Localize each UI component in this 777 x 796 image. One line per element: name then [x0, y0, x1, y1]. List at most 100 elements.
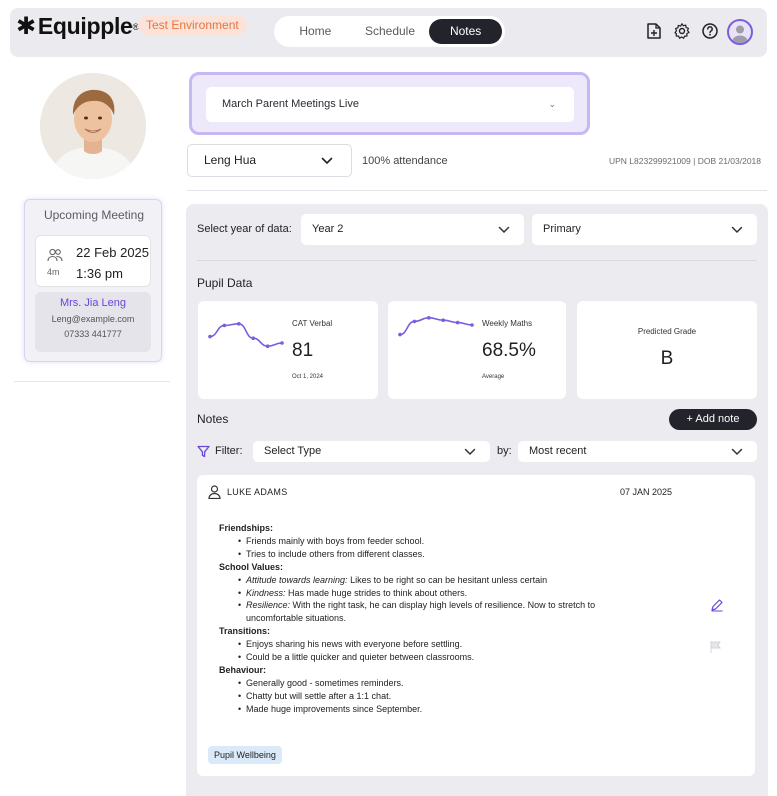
user-silhouette-icon [732, 25, 748, 43]
meeting-select-value: March Parent Meetings Live [222, 98, 359, 110]
filters-divider [197, 260, 757, 261]
sparkline-point [427, 316, 431, 320]
meeting-duration: 4m [47, 267, 60, 277]
note-type-value: Select Type [264, 445, 322, 457]
meeting-contact: Mrs. Jia Leng Leng@example.com 07333 441… [35, 292, 151, 352]
contact-name: Mrs. Jia Leng [59, 297, 127, 309]
sparkline-point [208, 334, 212, 339]
add-note-button[interactable]: + Add note [669, 409, 757, 430]
note-bullet-emphasis: Kindness: [246, 587, 286, 598]
help-icon[interactable] [701, 22, 719, 40]
meeting-select[interactable]: March Parent Meetings Live ⌄ [206, 87, 574, 122]
main-panel: Select year of data: Year 2 Primary Pupi… [186, 204, 768, 796]
note-bullet: Friends mainly with boys from feeder sch… [219, 535, 649, 548]
phase-select[interactable]: Primary [532, 214, 757, 245]
cat-verbal-sparkline [208, 322, 284, 348]
phase-select-value: Primary [543, 223, 581, 235]
tab-notes[interactable]: Notes [429, 19, 502, 44]
sparkline-point [280, 341, 284, 345]
chevron-down-icon: ⌄ [548, 99, 556, 109]
note-bullet-emphasis: Attitude towards learning: [246, 574, 348, 585]
sparkline-point [412, 319, 417, 324]
note-bullet-list: Attitude towards learning: Likes to be r… [219, 574, 649, 626]
sort-by-label: by: [497, 445, 512, 457]
sparkline-point [398, 332, 402, 337]
stat-label: CAT Verbal [292, 319, 333, 328]
meeting-datetime: 4m 22 Feb 2025 1:36 pm [35, 235, 151, 287]
year-select-value: Year 2 [312, 223, 344, 235]
contact-phone: 07333 441777 [64, 329, 122, 339]
note-bullet: Resilience: With the right task, he can … [219, 599, 649, 625]
user-avatar[interactable] [727, 19, 753, 45]
note-bullet: Kindness: Has made huge strides to think… [219, 587, 649, 600]
note-bullet: Chatty but will settle after a 1:1 chat. [219, 690, 649, 703]
app-logo[interactable]: ✱ Equipple ® [16, 12, 139, 41]
note-body: Friendships: Friends mainly with boys fro… [219, 522, 649, 716]
stat-value: B [660, 348, 674, 369]
tab-home[interactable]: Home [280, 19, 351, 44]
note-sort-value: Most recent [529, 445, 587, 457]
stat-card-predicted-grade[interactable]: Predicted Grade B [577, 301, 757, 399]
sparkline-path [209, 322, 283, 348]
attendance-text: 100% attendance [362, 155, 448, 167]
sparkline-point [470, 323, 474, 327]
note-date: 07 JAN 2025 [620, 487, 673, 497]
pupil-photo [40, 73, 146, 179]
stat-card-weekly-maths[interactable]: Weekly Maths 68.5% Average [388, 301, 566, 399]
upn-dob-text: UPN L823299921009 | DOB 21/03/2018 [609, 156, 762, 166]
note-bullet: Made huge improvements since September. [219, 703, 649, 716]
note-type-select[interactable]: Select Type [253, 441, 490, 462]
pupil-select[interactable]: Leng Hua [187, 144, 352, 177]
people-icon [47, 248, 63, 262]
year-label: Select year of data: [197, 223, 292, 235]
environment-badge: Test Environment [138, 15, 247, 35]
stat-subtext: Oct 1, 2024 [292, 374, 324, 380]
sparkline-point [455, 320, 460, 325]
meeting-select-highlight: March Parent Meetings Live ⌄ [189, 72, 590, 135]
chevron-down-icon [464, 448, 476, 456]
note-author: LUKE ADAMS [227, 487, 288, 497]
pupil-data-title: Pupil Data [197, 276, 253, 290]
note-bullet: Attitude towards learning: Likes to be r… [219, 574, 649, 587]
note-bullet-list: Generally good - sometimes reminders.Cha… [219, 677, 649, 716]
edit-pencil-icon[interactable] [710, 598, 724, 612]
note-bullet: Generally good - sometimes reminders. [219, 677, 649, 690]
tab-schedule[interactable]: Schedule [351, 19, 430, 44]
chevron-down-icon [321, 157, 333, 165]
header-divider [187, 190, 767, 191]
sparkline-point [251, 336, 255, 340]
user-icon [208, 485, 221, 499]
meeting-time: 1:36 pm [76, 266, 123, 281]
pupil-select-value: Leng Hua [204, 153, 257, 167]
filter-label: Filter: [215, 445, 243, 457]
note-tag: Pupil Wellbeing [208, 746, 282, 764]
note-bullet-emphasis: Resilience: [246, 600, 291, 611]
note-bullet: Could be a little quicker and quieter be… [219, 651, 649, 664]
gear-icon[interactable] [673, 22, 691, 40]
stat-label: Weekly Maths [482, 319, 533, 328]
note-bullet: Tries to include others from different c… [219, 548, 649, 561]
year-select[interactable]: Year 2 [301, 214, 524, 245]
sparkline-point [441, 318, 445, 322]
stat-card-cat-verbal[interactable]: CAT Verbal 81 Oct 1, 2024 [198, 301, 378, 399]
upcoming-meeting-title: Upcoming Meeting [43, 208, 145, 222]
meeting-date: 22 Feb 2025 [76, 245, 150, 260]
contact-email: Leng@example.com [51, 314, 135, 324]
new-document-icon[interactable] [645, 22, 663, 40]
note-section-heading: Transitions: [219, 626, 271, 637]
note-card[interactable]: LUKE ADAMS 07 JAN 2025 Friendships:Frien… [197, 475, 755, 776]
main-nav: Home Schedule Notes [274, 16, 505, 47]
sparkline-point [237, 322, 241, 326]
upcoming-meeting-card[interactable]: Upcoming Meeting 4m 22 Feb 2025 1:36 pm … [24, 199, 162, 362]
notes-title: Notes [197, 412, 229, 426]
asterisk-logo-icon: ✱ [16, 13, 36, 40]
chevron-down-icon [731, 448, 743, 456]
stat-value: 68.5% [482, 340, 536, 361]
note-bullet-list: Friends mainly with boys from feeder sch… [219, 535, 649, 561]
flag-icon[interactable] [708, 640, 724, 654]
stat-label: Predicted Grade [637, 327, 697, 336]
sparkline-point [265, 344, 270, 348]
weekly-maths-sparkline [398, 316, 474, 337]
logo-text: Equipple [37, 13, 133, 39]
note-sort-select[interactable]: Most recent [518, 441, 757, 462]
